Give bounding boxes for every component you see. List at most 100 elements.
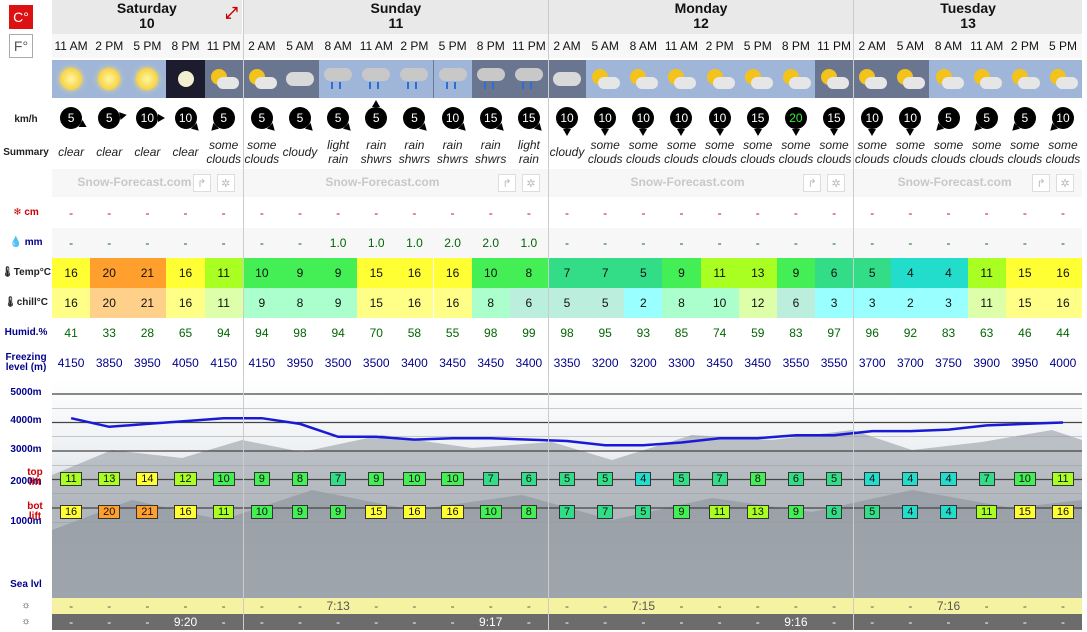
temp-value: 8 <box>509 258 548 288</box>
chill-value: 10 <box>700 288 739 318</box>
snowflake-icon[interactable]: ✲ <box>827 174 846 192</box>
lift-temp-value: 11 <box>975 505 998 519</box>
snow-value: - <box>488 206 493 220</box>
rain-value: - <box>603 236 608 250</box>
wind-speed: 10 <box>861 107 884 136</box>
sunset-value: 9:20 <box>173 615 198 629</box>
snow-value: - <box>412 206 417 220</box>
wind-speed: 5 <box>250 107 278 134</box>
snowflake-icon[interactable]: ✲ <box>216 174 235 192</box>
sunset-value: - <box>259 615 264 629</box>
sunset-value: - <box>412 615 417 629</box>
summary-text: rain shwrs <box>360 138 392 166</box>
sunset-icon: ☼ <box>21 616 31 627</box>
freezing-value: 3450 <box>439 356 466 370</box>
wind-cell: 5 <box>1006 100 1044 136</box>
humidity-value: 28 <box>140 326 155 340</box>
chill-value: 2 <box>891 288 930 318</box>
sunrise-value: - <box>755 599 760 613</box>
sunset-value: - <box>679 615 684 629</box>
share-icon[interactable]: ↱ <box>803 174 822 192</box>
top-lift-cell: 4 <box>853 471 891 487</box>
temp-value: 11 <box>204 258 243 288</box>
snowflake-icon[interactable]: ✲ <box>521 174 540 192</box>
lift-temp-value: 10 <box>250 505 273 519</box>
top-lift-label: top lift <box>27 467 43 488</box>
lift-temp-value: 10 <box>403 472 426 486</box>
wind-speed: 15 <box>479 107 507 134</box>
lift-temp-value: 21 <box>136 505 159 519</box>
freezing-value: 3950 <box>286 356 314 370</box>
chill-row: 16 20 21 16 11 9 8 9 15 16 16 8 6 5 5 2 8 10 12 6 3 3 2 3 11 15 16 <box>52 288 1083 318</box>
rain-value: - <box>870 236 875 250</box>
chill-value: 6 <box>509 288 548 318</box>
cloud-sun-icon <box>929 60 968 98</box>
sunset-value: - <box>870 615 875 629</box>
freezing-value: 4150 <box>248 356 276 370</box>
snowflake-icon[interactable]: ✲ <box>1056 174 1075 192</box>
day-divider <box>242 0 244 630</box>
hour-label: 2 AM <box>553 39 581 53</box>
fahrenheit-button[interactable]: F° <box>9 34 33 58</box>
sunrise-value: - <box>69 599 74 613</box>
sunset-row: - - - 9:20 - - - - - - - 9:17 - - - - - - - 9:16 - - - - - - - <box>52 614 1082 630</box>
hour-label: 2 PM <box>1010 39 1039 53</box>
celsius-button[interactable]: C° <box>9 5 33 29</box>
chill-value: 16 <box>52 288 91 318</box>
humidity-value: 95 <box>598 326 612 340</box>
chill-value: 8 <box>662 288 701 318</box>
watermark-text: Snow-Forecast.com <box>630 175 745 189</box>
wind-cell: 10 <box>166 100 204 136</box>
sunset-value: - <box>374 615 379 629</box>
share-icon[interactable]: ↱ <box>497 174 516 192</box>
temp-value: 16 <box>166 258 205 288</box>
sunset-value: 9:16 <box>784 615 808 629</box>
top-lift-cell: 11 <box>1044 471 1082 487</box>
summary-text: clear <box>96 145 123 159</box>
freezing-value: 3950 <box>1011 356 1039 370</box>
rain-value: - <box>1060 236 1065 250</box>
chill-value: 11 <box>204 288 243 318</box>
axis-5000: 5000m <box>10 387 42 398</box>
rain-value: - <box>755 236 760 250</box>
lift-temp-value: 7 <box>711 472 728 486</box>
wind-speed: 5 <box>327 107 354 134</box>
chill-value: 20 <box>90 288 129 318</box>
lift-temp-value: 14 <box>136 472 159 486</box>
watermark-text: Snow-Forecast.com <box>325 175 440 189</box>
summary-text: some clouds <box>816 138 852 166</box>
humidity-value: 94 <box>255 326 269 340</box>
rain-value: - <box>183 236 188 250</box>
freezing-value: 3950 <box>134 356 161 370</box>
freezing-value: 3200 <box>591 356 619 370</box>
rain-cloud-icon <box>357 60 396 98</box>
hour-label: 11 AM <box>970 39 1004 53</box>
hour-label: 8 AM <box>629 39 657 53</box>
sunrise-value: - <box>1060 599 1065 613</box>
lift-temp-value: 5 <box>864 505 881 519</box>
lift-temp-value: 7 <box>330 472 347 486</box>
share-icon[interactable]: ↱ <box>192 174 211 192</box>
sunrise-value: - <box>870 599 875 613</box>
bot-lift-cell: 15 <box>1006 504 1044 520</box>
bot-lift-cell: 5 <box>853 504 891 520</box>
chill-value: 16 <box>1043 288 1083 318</box>
wind-speed: 15 <box>823 107 846 136</box>
hour-label: 5 PM <box>1048 39 1077 53</box>
lift-temp-value: 5 <box>673 472 690 486</box>
wind-cell: 15 <box>510 100 548 136</box>
day-name: Tuesday <box>940 0 996 16</box>
top-lift-cell: 5 <box>662 471 700 487</box>
snow-value: - <box>259 206 264 220</box>
share-icon[interactable]: ↱ <box>1032 174 1051 192</box>
freezing-value: 3550 <box>820 356 848 370</box>
bot-lift-cell: 16 <box>166 504 204 520</box>
expand-icon[interactable]: ⤢ <box>225 6 238 22</box>
weather-icon-row <box>52 60 1083 98</box>
chill-value: 3 <box>853 288 892 318</box>
wind-label: km/h <box>14 114 38 125</box>
top-lift-cell: 7 <box>319 471 357 487</box>
wind-speed: 5 <box>403 107 430 134</box>
sunset-value: - <box>908 615 913 629</box>
hours-row: 11 AM 2 PM 5 PM 8 PM 11 PM 2 AM 5 AM 8 AM 11 AM 2… <box>52 34 1082 58</box>
